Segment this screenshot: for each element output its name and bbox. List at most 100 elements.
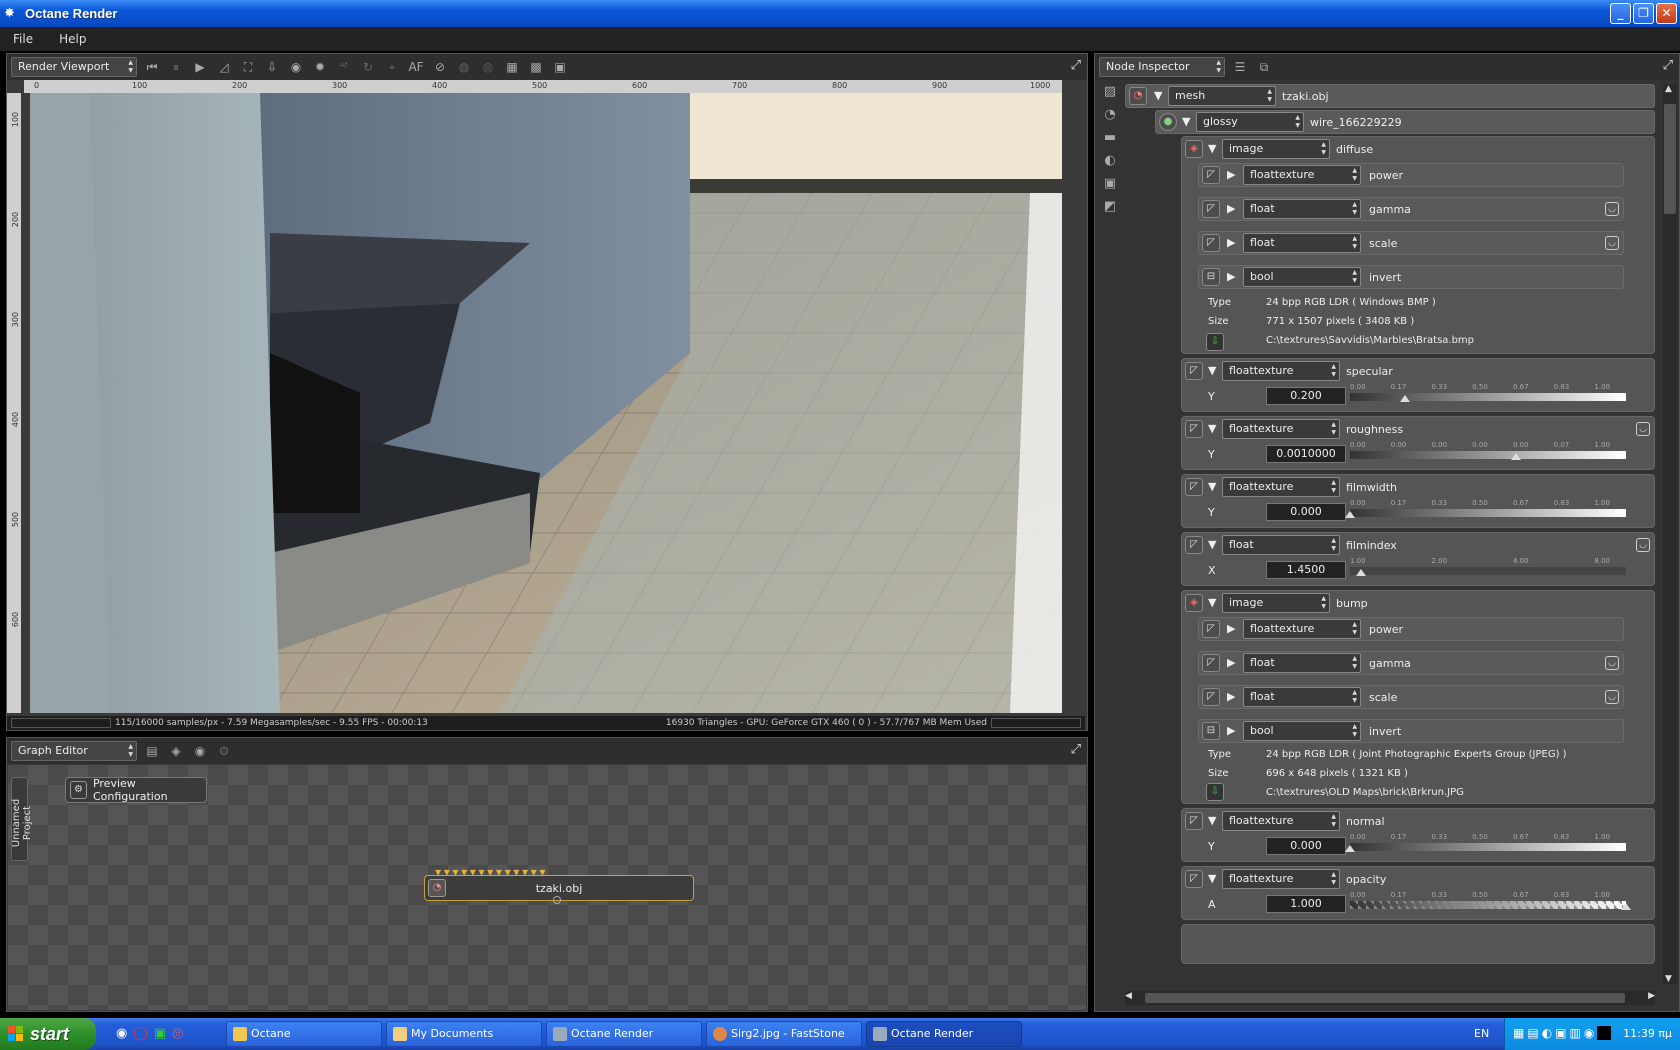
curve-icon[interactable]: ◡ <box>1605 202 1619 216</box>
tray-security-icon[interactable]: ▥ <box>1570 1026 1581 1040</box>
project-tab[interactable]: Unnamed Project <box>11 777 33 861</box>
focus-icon[interactable]: ⌖ <box>383 58 401 76</box>
curve-icon[interactable]: ◡ <box>1636 422 1650 436</box>
collapse-bump-icon[interactable]: ▼ <box>1208 596 1216 609</box>
tray-volume-icon[interactable]: ◐ <box>1542 1026 1552 1040</box>
diffuse-invert-row[interactable]: ⊟ ▶ bool invert <box>1198 265 1624 289</box>
curve-icon[interactable]: ◡ <box>1636 538 1650 552</box>
collapse-opacity-icon[interactable]: ▼ <box>1208 872 1216 885</box>
specular-slider-knob[interactable] <box>1400 395 1411 402</box>
taskbar-item-octane-folder[interactable]: Octane <box>226 1021 382 1047</box>
start-button[interactable]: start <box>0 1018 96 1050</box>
power-type-select[interactable]: floattexture <box>1243 619 1361 639</box>
browser-icon[interactable]: ◉ <box>116 1026 127 1041</box>
roughness-type-select[interactable]: floattexture <box>1222 419 1340 439</box>
inspector-hscrollbar[interactable]: ◀ ▶ <box>1125 991 1655 1005</box>
scale-type-select[interactable]: float <box>1243 687 1361 707</box>
inspector-vscrollbar[interactable]: ▲ ▼ <box>1663 84 1677 984</box>
scroll-thumb[interactable] <box>1664 104 1676 214</box>
specular-slider[interactable] <box>1350 393 1626 401</box>
normal-value-input[interactable]: 0.000 <box>1266 837 1346 855</box>
bump-gamma-row[interactable]: ◸ ▶ float gamma ◡ <box>1198 651 1624 675</box>
environment-icon[interactable]: ◩ <box>1099 199 1121 214</box>
rewind-icon[interactable]: ⏮ <box>143 58 161 76</box>
filmwidth-type-select[interactable]: floattexture <box>1222 477 1340 497</box>
specular-value-input[interactable]: 0.200 <box>1266 387 1346 405</box>
invert-type-select[interactable]: bool <box>1243 267 1361 287</box>
load-mesh-icon[interactable]: ◈ <box>167 742 185 760</box>
pause-icon[interactable]: ⏸ <box>167 58 185 76</box>
tray-app-icon[interactable]: ▦ <box>1513 1026 1524 1040</box>
filmwidth-slider-knob[interactable] <box>1345 511 1355 518</box>
app-icon[interactable]: ▣ <box>154 1026 166 1041</box>
graph-canvas[interactable]: Unnamed Project ⚙ Preview Configuration … <box>8 765 1086 1010</box>
region-icon[interactable]: ⛶ <box>239 58 257 76</box>
diffuse-gamma-row[interactable]: ◸ ▶ float gamma ◡ <box>1198 197 1624 221</box>
tray-network-icon[interactable]: ▤ <box>1527 1026 1538 1040</box>
filmwidth-slider[interactable] <box>1350 509 1626 517</box>
taskbar-item-octane-render-1[interactable]: Octane Render <box>546 1021 702 1047</box>
opacity-type-select[interactable]: floattexture <box>1222 869 1340 889</box>
expand-invert-icon[interactable]: ▶ <box>1227 270 1235 283</box>
bump-invert-row[interactable]: ⊟ ▶ bool invert <box>1198 719 1624 743</box>
scroll-down-icon[interactable]: ▼ <box>1665 974 1672 984</box>
roughness-value-input[interactable]: 0.0010000 <box>1266 445 1346 463</box>
expand-power-icon[interactable]: ▶ <box>1227 168 1235 181</box>
opacity-slider[interactable] <box>1350 901 1626 909</box>
alpha-icon[interactable]: ▩ <box>527 58 545 76</box>
expand-invert-icon[interactable]: ▶ <box>1227 724 1235 737</box>
grid-icon[interactable]: ▦ <box>503 58 521 76</box>
expand-all-icon[interactable]: ⧉ <box>1255 58 1273 76</box>
pick-focus-icon[interactable]: ◿ <box>215 58 233 76</box>
load-image-icon[interactable]: ⇩ <box>1206 783 1224 801</box>
load-image-icon[interactable]: ⇩ <box>1206 333 1224 351</box>
gamma-type-select[interactable]: float <box>1243 653 1361 673</box>
filmindex-type-select[interactable]: float <box>1222 535 1340 555</box>
scroll-right-icon[interactable]: ▶ <box>1648 991 1655 1001</box>
lock-icon[interactable]: ⊘ <box>431 58 449 76</box>
hscroll-thumb[interactable] <box>1145 993 1625 1003</box>
autofocus-icon[interactable]: ᴬᶠ <box>335 58 353 76</box>
taskbar-item-faststone[interactable]: Sirg2.jpg - FastStone <box>706 1021 862 1047</box>
maximize-inspector-icon[interactable]: ⤢ <box>1663 58 1673 73</box>
filmindex-slider[interactable] <box>1350 567 1626 575</box>
node-output-pin[interactable] <box>553 896 561 904</box>
image-settings-icon[interactable]: ▣ <box>1099 176 1121 191</box>
render-image[interactable] <box>30 93 1062 713</box>
diffuse-power-row[interactable]: ◸ ▶ floattexture power <box>1198 163 1624 187</box>
tray-folder-icon[interactable]: ▣ <box>1555 1026 1566 1040</box>
power-type-select[interactable]: floattexture <box>1243 165 1361 185</box>
load-icon[interactable]: ⇩ <box>263 58 281 76</box>
taskbar-item-my-documents[interactable]: My Documents <box>386 1021 542 1047</box>
inspector-selector[interactable]: Node Inspector <box>1099 57 1225 77</box>
collapse-normal-icon[interactable]: ▼ <box>1208 814 1216 827</box>
viewport-selector[interactable]: Render Viewport <box>11 57 137 77</box>
bump-power-row[interactable]: ◸ ▶ floattexture power <box>1198 617 1624 641</box>
tray-display-icon[interactable] <box>1597 1026 1612 1040</box>
language-indicator[interactable]: EN <box>1474 1027 1489 1040</box>
expand-scale-icon[interactable]: ▶ <box>1227 236 1235 249</box>
expand-gamma-icon[interactable]: ▶ <box>1227 656 1235 669</box>
background-icon[interactable]: ▣ <box>551 58 569 76</box>
scroll-left-icon[interactable]: ◀ <box>1125 991 1132 1001</box>
collapse-all-icon[interactable]: ☰ <box>1231 58 1249 76</box>
curve-icon[interactable]: ◡ <box>1605 656 1619 670</box>
specular-type-select[interactable]: floattexture <box>1222 361 1340 381</box>
maximize-graph-icon[interactable]: ⤢ <box>1071 742 1081 757</box>
taskbar-item-octane-render-2[interactable]: Octane Render <box>866 1021 1022 1047</box>
diffuse-type-select[interactable]: image <box>1222 139 1330 159</box>
minimize-button[interactable]: _ <box>1610 3 1631 24</box>
filmindex-value-input[interactable]: 1.4500 <box>1266 561 1346 579</box>
material-node-icon[interactable]: ◉ <box>191 742 209 760</box>
camera-reset-icon[interactable]: ◎ <box>479 58 497 76</box>
af-button[interactable]: AF <box>407 58 425 76</box>
graph-node-mesh[interactable]: ▼ ▼ ▼ ▼ ▼ ▼ ▼ ▼ ▼ ▼ ▼ ▼ ▼ ◔ tzaki.obj <box>424 869 694 904</box>
curve-icon[interactable]: ◡ <box>1605 690 1619 704</box>
filmwidth-value-input[interactable]: 0.000 <box>1266 503 1346 521</box>
opacity-slider-knob[interactable] <box>1621 903 1631 910</box>
camera-icon[interactable]: ◍ <box>455 58 473 76</box>
filmindex-slider-knob[interactable] <box>1356 569 1367 576</box>
roughness-slider[interactable] <box>1350 451 1626 459</box>
opacity-value-input[interactable]: 1.000 <box>1266 895 1346 913</box>
close-button[interactable]: ✕ <box>1656 3 1677 24</box>
